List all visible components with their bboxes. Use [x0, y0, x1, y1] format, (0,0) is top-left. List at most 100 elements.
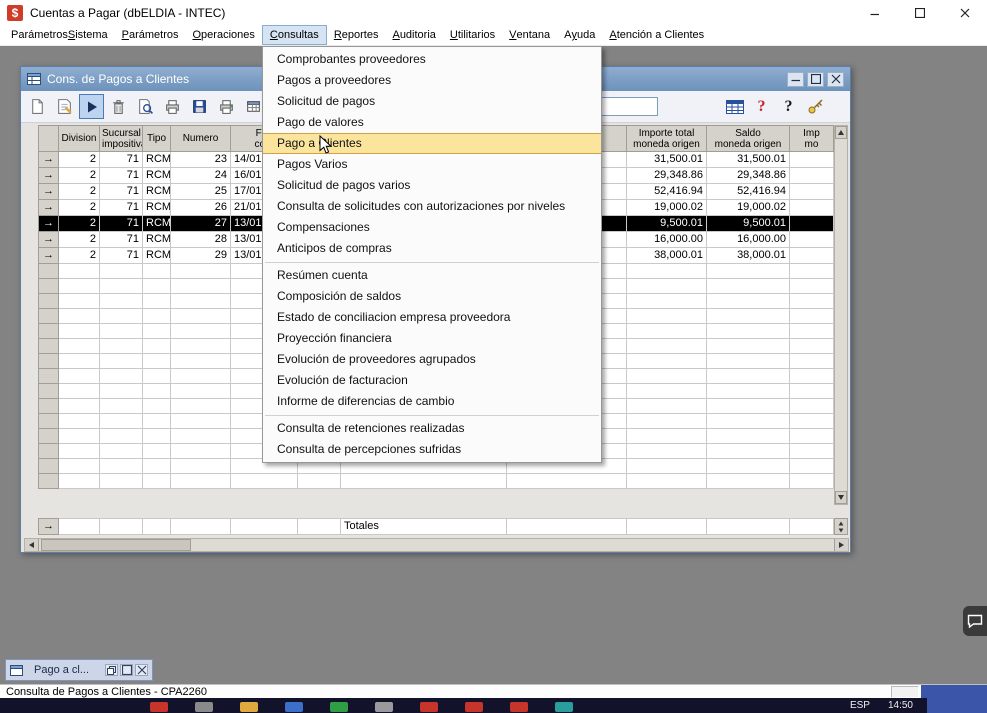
menu-item-pago-de-valores[interactable]: Pago de valores — [263, 112, 601, 133]
taskbar-language[interactable]: ESP — [850, 700, 870, 711]
cell-tipo[interactable]: RCM — [143, 152, 171, 168]
cell-saldo[interactable] — [707, 399, 790, 414]
cell-sucursal[interactable]: 71 — [100, 216, 143, 232]
cell-division[interactable] — [59, 324, 100, 339]
cell-numero[interactable]: 28 — [171, 232, 231, 248]
cell-h4[interactable] — [790, 339, 834, 354]
cell-sucursal[interactable] — [100, 369, 143, 384]
cell-importe[interactable] — [627, 369, 707, 384]
minimize-button[interactable] — [852, 0, 897, 25]
cell-importe[interactable] — [627, 399, 707, 414]
col-header-saldo[interactable]: Saldomoneda origen — [707, 126, 790, 152]
cell-division[interactable] — [59, 279, 100, 294]
cell-numero[interactable]: 23 — [171, 152, 231, 168]
run-button[interactable] — [79, 94, 104, 119]
menu-item-solicitud-de-pagos[interactable]: Solicitud de pagos — [263, 91, 601, 112]
cell-h4[interactable] — [790, 184, 834, 200]
hscroll-thumb[interactable] — [41, 539, 191, 551]
child-close-button[interactable] — [827, 72, 844, 87]
cell-h4[interactable] — [790, 279, 834, 294]
taskbar-app-icon[interactable] — [510, 702, 528, 712]
cell-sucursal[interactable] — [100, 384, 143, 399]
horizontal-scrollbar[interactable] — [24, 538, 849, 552]
cell-saldo[interactable] — [707, 414, 790, 429]
scroll-left-button[interactable] — [25, 539, 39, 551]
cell-arrow[interactable]: → — [39, 248, 59, 264]
print-button[interactable] — [160, 94, 185, 119]
cell-sucursal[interactable] — [100, 474, 143, 489]
cell-importe[interactable] — [627, 414, 707, 429]
menu-item-compensaciones[interactable]: Compensaciones — [263, 217, 601, 238]
cell-h4[interactable] — [790, 200, 834, 216]
cell-importe[interactable]: 29,348.86 — [627, 168, 707, 184]
cell-saldo[interactable] — [707, 474, 790, 489]
cell-sucursal[interactable] — [100, 294, 143, 309]
cell-h4[interactable] — [790, 429, 834, 444]
menu-operaciones[interactable]: Operaciones — [185, 25, 261, 45]
cell-division[interactable]: 2 — [59, 248, 100, 264]
cell-importe[interactable]: 19,000.02 — [627, 200, 707, 216]
scroll-down-button[interactable] — [835, 491, 847, 504]
cell-arrow[interactable] — [39, 429, 59, 444]
cell-h4[interactable] — [790, 399, 834, 414]
totals-spinner[interactable] — [834, 518, 848, 535]
minimized-restore-button[interactable] — [105, 664, 118, 676]
minimized-close-button[interactable] — [135, 664, 148, 676]
taskbar-app-icon[interactable] — [195, 702, 213, 712]
cell-division[interactable]: 2 — [59, 152, 100, 168]
new-document-button[interactable] — [25, 94, 50, 119]
cell-importe[interactable] — [627, 339, 707, 354]
cell-tipo[interactable] — [143, 354, 171, 369]
cell-sucursal[interactable]: 71 — [100, 248, 143, 264]
cell-arrow[interactable] — [39, 354, 59, 369]
cell-division[interactable] — [59, 414, 100, 429]
cell-tipo[interactable] — [143, 309, 171, 324]
cell-arrow[interactable]: → — [39, 216, 59, 232]
cell-tipo[interactable] — [143, 294, 171, 309]
menu-reportes[interactable]: Reportes — [327, 25, 386, 45]
cell-numero[interactable] — [171, 369, 231, 384]
menu-ayuda[interactable]: Ayuda — [557, 25, 602, 45]
cell-tipo[interactable] — [143, 414, 171, 429]
taskbar-app-icon[interactable] — [150, 702, 168, 712]
taskbar-app-icon[interactable] — [420, 702, 438, 712]
chat-float-button[interactable] — [963, 606, 987, 636]
cell-tipo[interactable] — [143, 369, 171, 384]
menu-parametros[interactable]: Parámetros — [115, 25, 186, 45]
cell-numero[interactable]: 26 — [171, 200, 231, 216]
cell-importe[interactable] — [627, 444, 707, 459]
col-header-division[interactable]: Division — [59, 126, 100, 152]
col-header-sucursal[interactable]: Sucursalimpositiva — [100, 126, 143, 152]
menu-item-composicion-de-saldos[interactable]: Composición de saldos — [263, 286, 601, 307]
menu-item-pago-a-clientes[interactable]: Pago a Clientes — [263, 133, 601, 154]
minimized-maximize-button[interactable] — [120, 664, 133, 676]
taskbar-app-icon[interactable] — [555, 702, 573, 712]
save-button[interactable] — [187, 94, 212, 119]
question-button[interactable]: ? — [776, 94, 801, 119]
cell-division[interactable] — [59, 459, 100, 474]
cell-arrow[interactable]: → — [39, 184, 59, 200]
cell-numero[interactable]: 27 — [171, 216, 231, 232]
cell-saldo[interactable] — [707, 459, 790, 474]
cell-saldo[interactable]: 9,500.01 — [707, 216, 790, 232]
cell-numero[interactable] — [171, 294, 231, 309]
menu-utilitarios[interactable]: Utilitarios — [443, 25, 502, 45]
cell-saldo[interactable] — [707, 324, 790, 339]
cell-saldo[interactable]: 52,416.94 — [707, 184, 790, 200]
menu-item-consulta-de-percepciones-sufridas[interactable]: Consulta de percepciones sufridas — [263, 439, 601, 460]
cell-sucursal[interactable] — [100, 279, 143, 294]
cell-numero[interactable] — [171, 264, 231, 279]
cell-numero[interactable]: 25 — [171, 184, 231, 200]
cell-numero[interactable] — [171, 339, 231, 354]
cell-division[interactable]: 2 — [59, 216, 100, 232]
cell-importe[interactable] — [627, 459, 707, 474]
taskbar-app-icon[interactable] — [285, 702, 303, 712]
cell-importe[interactable] — [627, 354, 707, 369]
cell-division[interactable] — [59, 399, 100, 414]
taskbar-app-icon[interactable] — [330, 702, 348, 712]
cell-arrow[interactable]: → — [39, 200, 59, 216]
cell-h4[interactable] — [790, 354, 834, 369]
cell-h4[interactable] — [790, 264, 834, 279]
cell-importe[interactable] — [627, 384, 707, 399]
menu-item-estado-de-conciliacion-empresa-proveedora[interactable]: Estado de conciliacion empresa proveedor… — [263, 307, 601, 328]
